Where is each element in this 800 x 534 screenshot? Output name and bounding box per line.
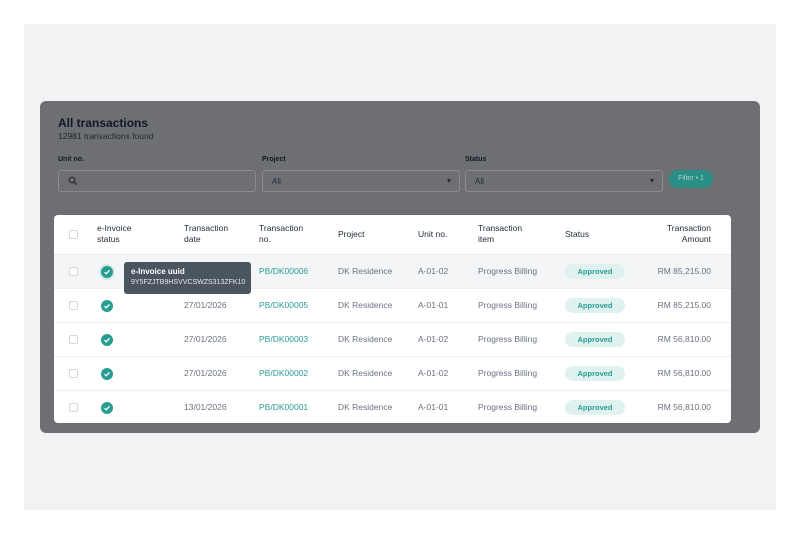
tooltip-title: e-Invoice uuid — [131, 267, 185, 276]
cell-item: Progress Billing — [478, 334, 538, 344]
cell-date: 13/01/2026 — [184, 402, 227, 412]
cell-transaction-no-link[interactable]: PB/DK00003 — [259, 334, 308, 344]
cell-item: Progress Billing — [478, 402, 538, 412]
status-badge: Approved — [565, 264, 625, 279]
table-row[interactable]: 27/01/2026 PB/DK00002 DK Residence A-01-… — [54, 356, 731, 390]
cell-amount: RM 56,810.00 — [657, 368, 711, 378]
header-no-line2: no. — [259, 234, 271, 244]
header-transaction-no: Transaction no. — [259, 223, 303, 245]
status-badge: Approved — [565, 400, 625, 415]
cell-project: DK Residence — [338, 402, 393, 412]
unit-search-input[interactable] — [58, 170, 256, 192]
cell-item: Progress Billing — [478, 300, 538, 310]
page-title: All transactions — [58, 116, 149, 130]
project-select-value: All — [272, 177, 281, 186]
cell-amount: RM 85,215.00 — [657, 266, 711, 276]
tooltip-uuid-value: 9Y5FZJTB9HSVVCSWZS313ZFK10 — [131, 279, 246, 286]
einvoice-uuid-tooltip: e-Invoice uuid 9Y5FZJTB9HSVVCSWZS313ZFK1… — [124, 262, 251, 294]
cell-transaction-no-link[interactable]: PB/DK00002 — [259, 368, 308, 378]
cell-date: 27/01/2026 — [184, 334, 227, 344]
table-row[interactable]: 27/01/2026 PB/DK00003 DK Residence A-01-… — [54, 322, 731, 356]
transactions-count: 12981 transactions found — [58, 131, 154, 141]
header-einvoice-status: e-Invoice status — [97, 223, 132, 245]
cell-unit: A-01-01 — [418, 402, 449, 412]
status-select-value: All — [475, 177, 484, 186]
header-status: Status — [565, 229, 590, 239]
header-amount-line1: Transaction — [666, 223, 711, 233]
header-transaction-item: Transaction item — [478, 223, 522, 245]
check-circle-icon[interactable] — [101, 266, 113, 278]
cell-project: DK Residence — [338, 334, 393, 344]
header-transaction-amount: Transaction Amount — [644, 223, 711, 245]
cell-project: DK Residence — [338, 368, 393, 378]
header-item-line1: Transaction — [478, 223, 523, 233]
cell-unit: A-01-02 — [418, 334, 449, 344]
status-select[interactable]: All ▾ — [465, 170, 663, 192]
cell-transaction-no-link[interactable]: PB/DK00005 — [259, 300, 308, 310]
chevron-down-icon: ▾ — [446, 176, 451, 185]
status-badge: Approved — [565, 366, 625, 381]
select-all-checkbox[interactable] — [69, 230, 78, 239]
header-amount-line2: Amount — [681, 234, 711, 244]
check-circle-icon[interactable] — [101, 402, 113, 414]
cell-date: 27/01/2026 — [184, 368, 227, 378]
row-checkbox[interactable] — [69, 369, 78, 378]
cell-unit: A-01-02 — [418, 368, 449, 378]
check-circle-icon[interactable] — [101, 334, 113, 346]
filter-button[interactable]: Filter • 1 — [669, 170, 713, 188]
check-circle-icon[interactable] — [101, 300, 113, 312]
cell-item: Progress Billing — [478, 266, 538, 276]
unit-filter-label: Unit no. — [58, 156, 85, 163]
header-date-line2: date — [184, 234, 201, 244]
row-checkbox[interactable] — [69, 403, 78, 412]
cell-amount: RM 85,215.00 — [657, 300, 711, 310]
header-einvoice-line2: status — [97, 234, 120, 244]
header-unit-no: Unit no. — [418, 229, 448, 239]
cell-date: 27/01/2026 — [184, 300, 227, 310]
search-icon — [68, 176, 78, 186]
row-checkbox[interactable] — [69, 301, 78, 310]
header-einvoice-line1: e-Invoice — [97, 223, 132, 233]
cell-project: DK Residence — [338, 266, 393, 276]
chevron-down-icon: ▾ — [649, 176, 654, 185]
cell-unit: A-01-02 — [418, 266, 449, 276]
header-item-line2: item — [478, 234, 495, 244]
status-badge: Approved — [565, 332, 625, 347]
header-project: Project — [338, 229, 365, 239]
row-checkbox[interactable] — [69, 267, 78, 276]
cell-amount: RM 56,810.00 — [657, 402, 711, 412]
status-filter-label: Status — [465, 156, 487, 163]
table-row[interactable]: 13/01/2026 PB/DK00001 DK Residence A-01-… — [54, 390, 731, 423]
project-filter-label: Project — [262, 156, 286, 163]
header-no-line1: Transaction — [259, 223, 304, 233]
cell-transaction-no-link[interactable]: PB/DK00006 — [259, 266, 308, 276]
transactions-table: e-Invoice status Transaction date Transa… — [54, 215, 731, 423]
check-circle-icon[interactable] — [101, 368, 113, 380]
cell-project: DK Residence — [338, 300, 393, 310]
header-date-line1: Transaction — [184, 223, 229, 233]
cell-unit: A-01-01 — [418, 300, 449, 310]
status-badge: Approved — [565, 298, 625, 313]
project-select[interactable]: All ▾ — [262, 170, 460, 192]
cell-amount: RM 56,810.00 — [657, 334, 711, 344]
cell-transaction-no-link[interactable]: PB/DK00001 — [259, 402, 308, 412]
cell-item: Progress Billing — [478, 368, 538, 378]
header-transaction-date: Transaction date — [184, 223, 228, 245]
row-checkbox[interactable] — [69, 335, 78, 344]
table-header: e-Invoice status Transaction date Transa… — [54, 215, 731, 253]
